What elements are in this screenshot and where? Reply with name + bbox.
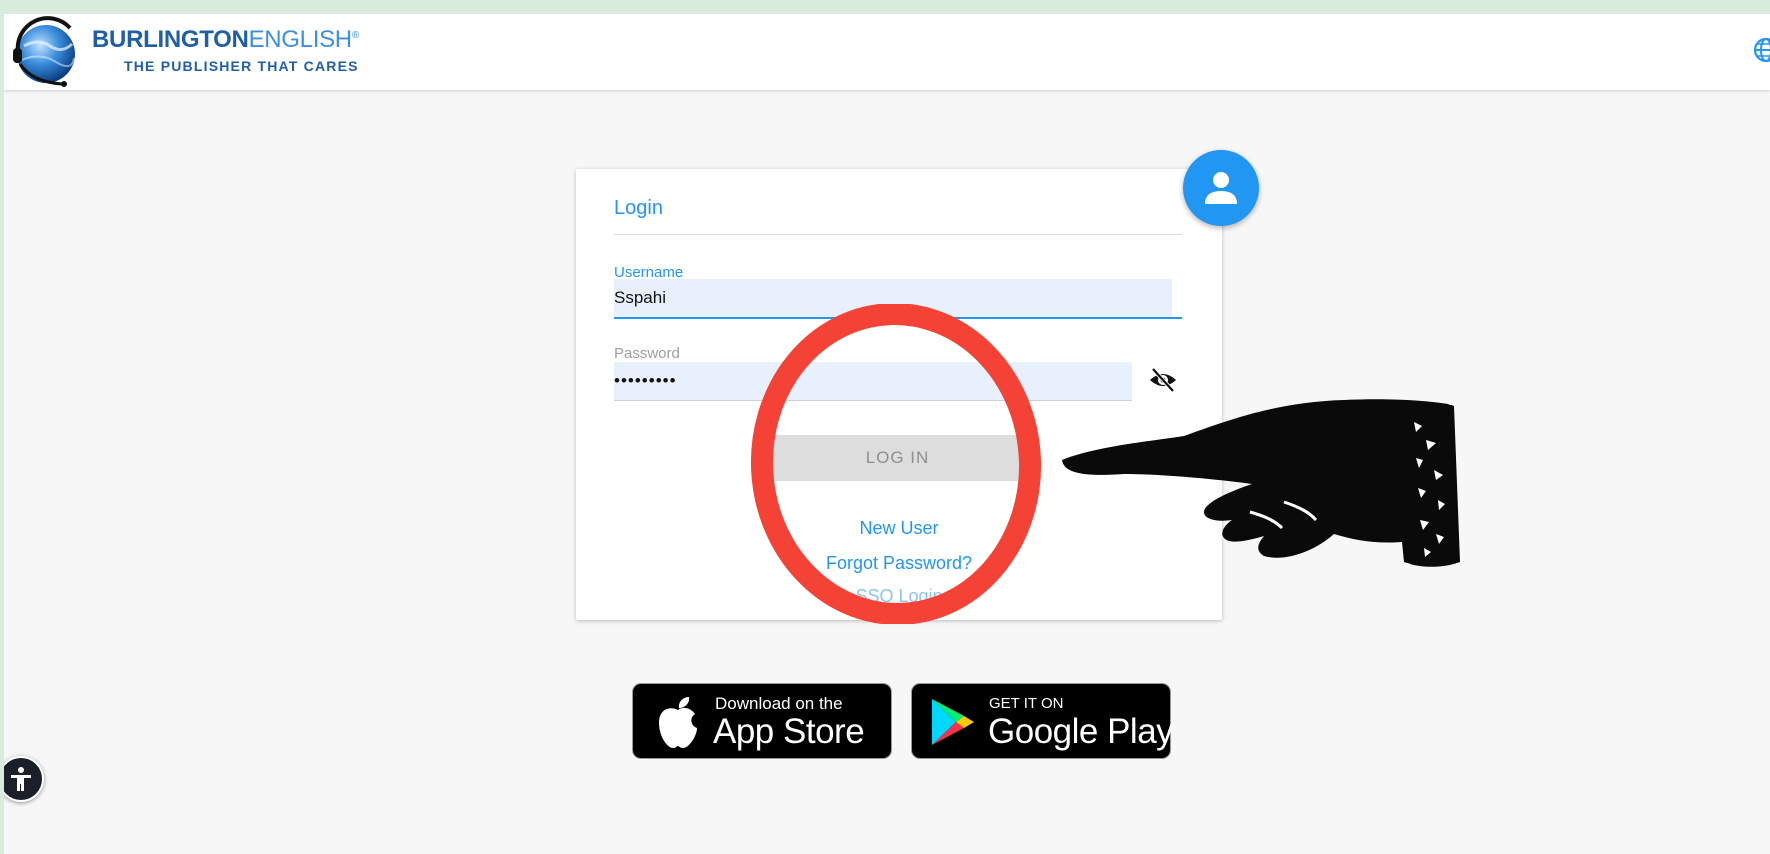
login-title: Login xyxy=(614,197,663,219)
globe-icon[interactable] xyxy=(1752,36,1770,64)
brand-name: BURLINGTONENGLISH® xyxy=(92,26,359,54)
username-underline xyxy=(614,317,1182,319)
app-store-badge[interactable]: Download on the App Store xyxy=(632,683,892,759)
top-bar: BURLINGTONENGLISH® THE PUBLISHER THAT CA… xyxy=(4,14,1770,90)
app-store-big-text: App Store xyxy=(713,712,865,751)
google-play-badge[interactable]: GET IT ON Google Play xyxy=(911,683,1174,759)
brand-name-light: ENGLISH xyxy=(248,26,353,53)
avatar[interactable] xyxy=(1183,150,1259,226)
accessibility-button[interactable] xyxy=(4,756,44,802)
password-underline xyxy=(614,400,1132,401)
title-divider xyxy=(614,234,1182,235)
google-play-icon xyxy=(932,699,974,745)
login-button[interactable]: LOG IN xyxy=(768,435,1027,481)
forgot-password-link[interactable]: Forgot Password? xyxy=(576,553,1222,574)
password-label: Password xyxy=(614,345,680,362)
registered-mark: ® xyxy=(351,30,359,41)
eye-off-icon[interactable] xyxy=(1148,365,1178,395)
google-play-small-text: GET IT ON xyxy=(989,695,1064,712)
brand-tagline: THE PUBLISHER THAT CARES xyxy=(124,58,359,74)
sso-login-link[interactable]: SSO Login xyxy=(576,586,1222,607)
page: BURLINGTONENGLISH® THE PUBLISHER THAT CA… xyxy=(4,14,1770,854)
apple-icon xyxy=(659,697,697,748)
brand-logo[interactable]: BURLINGTONENGLISH® THE PUBLISHER THAT CA… xyxy=(10,16,359,88)
password-input[interactable] xyxy=(614,362,1132,400)
brand-name-bold: BURLINGTON xyxy=(92,26,249,53)
user-icon xyxy=(1205,172,1237,204)
headset-globe-icon xyxy=(13,16,75,87)
google-play-big-text: Google Play xyxy=(988,712,1174,751)
login-card: Login Username Password LOG IN New User … xyxy=(576,169,1222,620)
accessibility-icon xyxy=(11,767,31,791)
username-input[interactable] xyxy=(614,279,1172,317)
app-store-small-text: Download on the xyxy=(715,694,843,713)
new-user-link[interactable]: New User xyxy=(576,518,1222,539)
